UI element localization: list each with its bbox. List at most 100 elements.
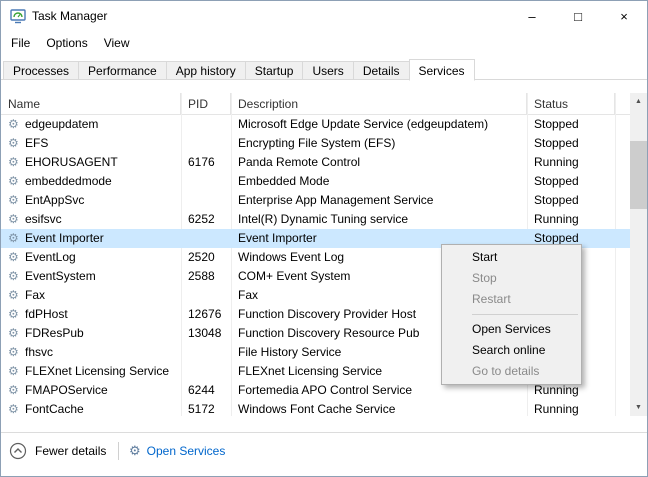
context-menu-item-label: Restart	[472, 292, 511, 306]
service-name-cell: ⚙ EntAppSvc	[1, 191, 180, 210]
service-name: Fax	[25, 288, 45, 302]
tab-app-history[interactable]: App history	[166, 61, 246, 80]
service-description-cell: Intel(R) Dynamic Tuning service	[238, 210, 526, 229]
menubar: File Options View	[3, 32, 647, 54]
tab-details[interactable]: Details	[353, 61, 410, 80]
service-name: fdPHost	[25, 307, 68, 321]
scrollbar-thumb[interactable]	[630, 141, 647, 209]
context-menu-item-restart[interactable]: Restart	[442, 289, 581, 310]
tab-startup[interactable]: Startup	[245, 61, 304, 80]
tab-users[interactable]: Users	[302, 61, 353, 80]
service-gear-icon: ⚙	[8, 400, 19, 416]
menubar-item-view[interactable]: View	[96, 32, 138, 54]
service-pid-cell	[188, 134, 230, 153]
service-row-efs[interactable]: ⚙ EFS Encrypting File System (EFS) Stopp…	[1, 134, 630, 153]
service-status-cell: Stopped	[534, 191, 614, 210]
service-name-cell: ⚙ EHORUSAGENT	[1, 153, 180, 172]
service-name: EntAppSvc	[25, 193, 84, 207]
menubar-item-label: View	[104, 36, 130, 50]
service-pid-cell: 2588	[188, 267, 230, 286]
service-gear-icon: ⚙	[8, 267, 19, 286]
minimize-button[interactable]: –	[509, 1, 555, 32]
context-menu-item-label: Stop	[472, 271, 497, 285]
service-row-edgeupdatem[interactable]: ⚙ edgeupdatem Microsoft Edge Update Serv…	[1, 115, 630, 134]
fewer-details-button[interactable]: Fewer details	[9, 442, 106, 460]
service-gear-icon: ⚙	[8, 115, 19, 134]
context-menu-item-search-online[interactable]: Search online	[442, 340, 581, 361]
service-status-cell: Running	[534, 210, 614, 229]
context-menu-item-start[interactable]: Start	[442, 247, 581, 268]
tab-label: Users	[312, 64, 343, 78]
service-pid-cell	[188, 286, 230, 305]
footer: Fewer details ⚙ Open Services	[1, 433, 647, 476]
column-header-name[interactable]: Name	[1, 93, 181, 115]
service-gear-icon: ⚙	[8, 191, 19, 210]
service-pid-cell: 12676	[188, 305, 230, 324]
service-row-esifsvc[interactable]: ⚙ esifsvc 6252 Intel(R) Dynamic Tuning s…	[1, 210, 630, 229]
menubar-item-label: Options	[46, 36, 87, 50]
context-menu-item-open-services[interactable]: Open Services	[442, 319, 581, 340]
service-row-entappsvc[interactable]: ⚙ EntAppSvc Enterprise App Management Se…	[1, 191, 630, 210]
service-name-cell: ⚙ embeddedmode	[1, 172, 180, 191]
service-name-cell: ⚙ EventLog	[1, 248, 180, 267]
service-name-cell: ⚙ EFS	[1, 134, 180, 153]
tab-strip: Processes Performance App history Startu…	[3, 58, 474, 80]
context-menu: Start Stop Restart Open Services Search …	[441, 244, 582, 385]
service-description-cell: Panda Remote Control	[238, 153, 526, 172]
service-pid-cell: 13048	[188, 324, 230, 343]
context-menu-item-label: Start	[472, 250, 497, 264]
window-title: Task Manager	[32, 1, 107, 32]
service-status-cell: Running	[534, 153, 614, 172]
service-name-cell: ⚙ Event Importer	[1, 229, 180, 248]
service-name: EFS	[25, 136, 48, 150]
service-status-cell: Stopped	[534, 172, 614, 191]
service-pid-cell	[188, 115, 230, 134]
service-description-cell: Encrypting File System (EFS)	[238, 134, 526, 153]
open-services-link[interactable]: ⚙ Open Services	[129, 442, 225, 460]
maximize-button[interactable]: □	[555, 1, 601, 32]
service-name-cell: ⚙ EventSystem	[1, 267, 180, 286]
column-header-pid[interactable]: PID	[181, 93, 231, 115]
menubar-item-options[interactable]: Options	[38, 32, 95, 54]
service-description-cell: Enterprise App Management Service	[238, 191, 526, 210]
service-name-cell: ⚙ fhsvc	[1, 343, 180, 362]
context-menu-separator[interactable]	[442, 310, 581, 319]
scroll-down-arrow[interactable]: ▼	[630, 399, 647, 416]
service-gear-icon: ⚙	[8, 286, 19, 305]
service-row-embeddedmode[interactable]: ⚙ embeddedmode Embedded Mode Stopped	[1, 172, 630, 191]
service-gear-icon: ⚙	[8, 134, 19, 153]
tab-performance[interactable]: Performance	[78, 61, 167, 80]
tab-services[interactable]: Services	[409, 59, 475, 81]
service-gear-icon: ⚙	[8, 362, 19, 381]
service-name: FLEXnet Licensing Service	[25, 364, 169, 378]
service-pid-cell	[188, 229, 230, 248]
column-header-description[interactable]: Description	[231, 93, 527, 115]
service-row-fontcache[interactable]: ⚙ FontCache 5172 Windows Font Cache Serv…	[1, 400, 630, 416]
menubar-item-file[interactable]: File	[3, 32, 38, 54]
vertical-scrollbar[interactable]: ▲ ▼	[630, 93, 647, 416]
menubar-item-label: File	[11, 36, 30, 50]
service-row-ehorusagent[interactable]: ⚙ EHORUSAGENT 6176 Panda Remote Control …	[1, 153, 630, 172]
tab-label: Services	[419, 64, 465, 78]
column-header-status[interactable]: Status	[527, 93, 615, 115]
scroll-up-arrow[interactable]: ▲	[630, 93, 647, 110]
service-name: EventSystem	[25, 269, 96, 283]
service-pid-cell: 6244	[188, 381, 230, 400]
service-pid-cell: 6176	[188, 153, 230, 172]
service-name: FDResPub	[25, 326, 84, 340]
service-pid-cell: 5172	[188, 400, 230, 416]
service-name-cell: ⚙ FDResPub	[1, 324, 180, 343]
service-gear-icon: ⚙	[8, 153, 19, 172]
close-button[interactable]: ×	[601, 1, 647, 32]
tab-processes[interactable]: Processes	[3, 61, 79, 80]
context-menu-item-stop[interactable]: Stop	[442, 268, 581, 289]
service-name: EHORUSAGENT	[25, 155, 118, 169]
service-name-cell: ⚙ fdPHost	[1, 305, 180, 324]
app-icon	[10, 8, 26, 24]
task-manager-window: Task Manager – □ × File Options View Pro…	[0, 0, 648, 477]
open-services-label: Open Services	[147, 444, 226, 458]
service-status-cell: Running	[534, 400, 614, 416]
context-menu-item-label: Go to details	[472, 364, 539, 378]
context-menu-item-go-to-details[interactable]: Go to details	[442, 361, 581, 382]
service-pid-cell: 2520	[188, 248, 230, 267]
